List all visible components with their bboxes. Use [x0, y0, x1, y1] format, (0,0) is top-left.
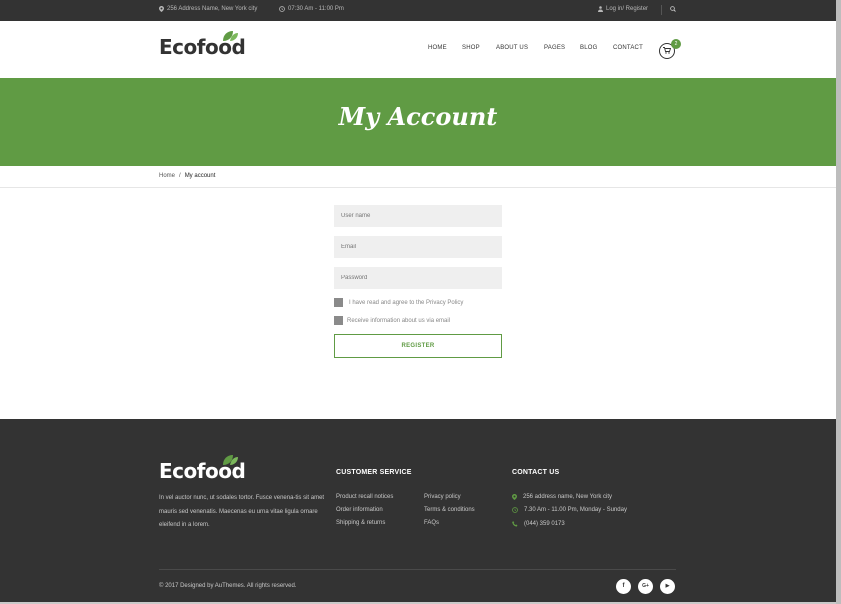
site-footer: Ecofood In vel auctor nunc, ut sodales t… [0, 419, 836, 602]
breadcrumb-divider [0, 187, 836, 188]
register-button[interactable]: REGISTER [334, 334, 502, 358]
clock-icon [512, 507, 518, 513]
breadcrumb-home-link[interactable]: Home [159, 173, 175, 179]
cart-count-badge: 2 [671, 39, 681, 49]
breadcrumb-separator: / [179, 173, 181, 179]
footer-link-terms[interactable]: Terms & conditions [424, 507, 475, 513]
newsletter-checkbox-row: Receive information about us via email [334, 316, 450, 325]
newsletter-label: Receive information about us via email [347, 317, 451, 324]
topbar-address-text: 256 Address Name, New York city [167, 6, 258, 12]
leaf-icon [223, 31, 238, 41]
topbar-address: 256 Address Name, New York city [159, 6, 257, 12]
copyright-text: © 2017 Designed by AuThemes. All rights … [159, 583, 297, 589]
password-input[interactable] [334, 267, 502, 289]
breadcrumb: Home / My account [159, 173, 215, 179]
breadcrumb-current: My account [184, 173, 216, 179]
topbar-divider [661, 5, 662, 15]
footer-link-order-information[interactable]: Order information [336, 507, 383, 513]
footer-divider [159, 569, 676, 570]
page-title: My Account [338, 102, 498, 131]
google-plus-icon[interactable]: G+ [638, 579, 653, 594]
clock-icon [279, 6, 285, 12]
footer-leaf-icon [223, 455, 238, 465]
footer-link-shipping-returns[interactable]: Shipping & returns [336, 520, 385, 526]
newsletter-checkbox[interactable] [334, 316, 343, 325]
map-pin-icon [512, 494, 517, 500]
search-icon[interactable] [670, 6, 676, 12]
nav-item-home[interactable]: HOME [428, 45, 447, 51]
footer-link-faqs[interactable]: FAQs [424, 520, 439, 526]
nav-item-shop[interactable]: SHOP [462, 45, 480, 51]
contact-heading: CONTACT US [512, 469, 560, 476]
topbar-hours: 07:30 Am - 11:00 Pm [279, 6, 344, 12]
nav-item-blog[interactable]: BLOG [580, 45, 597, 51]
login-register-text[interactable]: Log in/ Register [606, 6, 648, 12]
top-bar: 256 Address Name, New York city 07:30 Am… [0, 0, 836, 21]
site-logo[interactable]: Ecofood [159, 31, 246, 59]
page-hero-banner: My Account [0, 78, 836, 166]
nav-item-contact[interactable]: CONTACT [613, 45, 643, 51]
contact-phone-text: (044) 359 0173 [524, 521, 565, 527]
customer-service-heading: CUSTOMER SERVICE [336, 469, 412, 476]
shopping-cart-icon[interactable] [662, 47, 671, 54]
footer-link-privacy-policy[interactable]: Privacy policy [424, 494, 461, 500]
page: 256 Address Name, New York city 07:30 Am… [0, 0, 836, 602]
contact-phone: (044) 359 0173 [512, 521, 565, 527]
footer-link-product-recall[interactable]: Product recall notices [336, 494, 393, 500]
agree-checkbox-row: I have read and agree to the Privacy Pol… [334, 298, 463, 307]
email-input[interactable] [334, 236, 502, 258]
topbar-search-button[interactable] [670, 6, 676, 12]
agree-label: I have read and agree to the Privacy Pol… [349, 299, 464, 306]
contact-address: 256 address name, New York city [512, 494, 612, 500]
main-header: Ecofood HOME SHOP ABOUT US PAGES BLOG CO… [0, 21, 836, 78]
youtube-icon[interactable]: ▶ [660, 579, 675, 594]
username-input[interactable] [334, 205, 502, 227]
user-icon [598, 6, 603, 12]
contact-address-text: 256 address name, New York city [523, 494, 613, 500]
facebook-icon[interactable]: f [616, 579, 631, 594]
map-pin-icon [159, 6, 164, 12]
footer-logo[interactable]: Ecofood [159, 455, 246, 483]
footer-about-text: In vel auctor nunc, ut sodales tortor. F… [159, 495, 325, 528]
nav-item-pages[interactable]: PAGES [544, 45, 565, 51]
phone-icon [512, 521, 518, 527]
nav-item-about-us[interactable]: ABOUT US [496, 45, 528, 51]
login-register-link[interactable]: Log in/ Register [598, 6, 648, 12]
contact-hours-text: 7.30 Am - 11.00 Pm, Monday - Sunday [524, 507, 627, 513]
topbar-hours-text: 07:30 Am - 11:00 Pm [288, 6, 344, 12]
page-scrollbar[interactable] [836, 0, 841, 604]
contact-hours: 7.30 Am - 11.00 Pm, Monday - Sunday [512, 507, 627, 513]
agree-checkbox[interactable] [334, 298, 343, 307]
